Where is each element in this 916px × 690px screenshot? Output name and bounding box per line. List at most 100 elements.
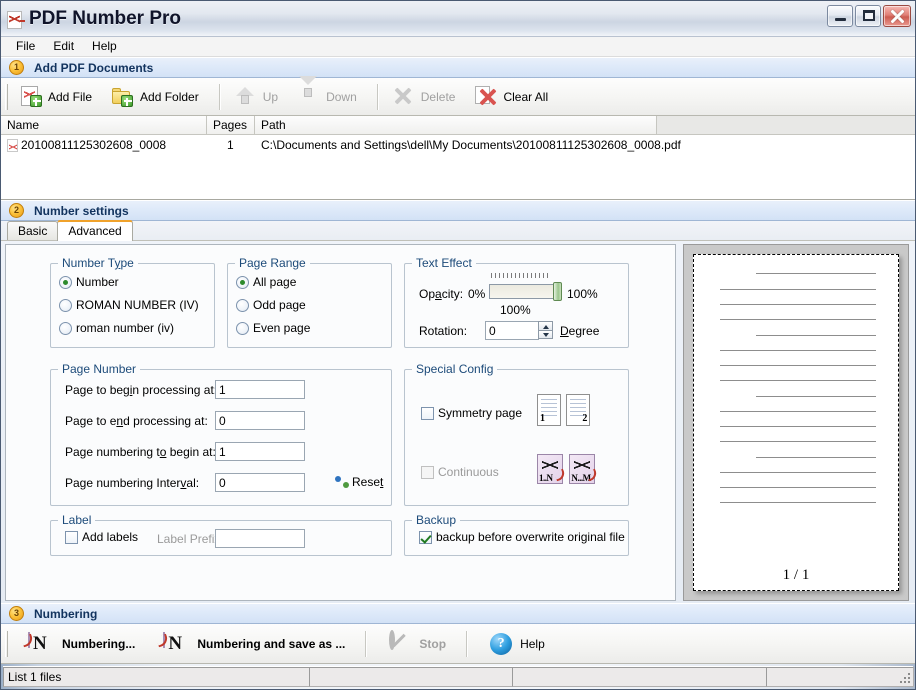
opacity-slider-ticks — [491, 273, 548, 278]
end-processing-input[interactable] — [215, 411, 305, 430]
file-list[interactable]: Name Pages Path 20100811125302608_0008 1… — [1, 116, 915, 200]
opacity-slider[interactable] — [489, 284, 562, 299]
table-row[interactable]: 20100811125302608_0008 1 C:\Documents an… — [1, 135, 915, 155]
arrow-down-icon — [298, 75, 320, 108]
backup-checkbox[interactable]: backup before overwrite original file — [419, 530, 625, 544]
backup-group: Backup backup before overwrite original … — [404, 513, 629, 556]
pdf-number-icon — [7, 10, 25, 29]
reset-label: Reset — [352, 475, 384, 489]
numbering-button[interactable]: N Numbering... — [13, 628, 148, 660]
numbering-save-as-button[interactable]: N Numbering and save as ... — [148, 628, 358, 660]
stop-button[interactable]: Stop — [374, 628, 459, 660]
add-file-button[interactable]: Add File — [13, 81, 105, 113]
delete-x-icon — [393, 86, 415, 108]
rotation-spin-down[interactable] — [538, 330, 553, 339]
delete-label: Delete — [420, 89, 456, 104]
minimize-button[interactable] — [827, 5, 853, 27]
numbering-begin-input[interactable] — [215, 442, 305, 461]
window-controls — [827, 5, 911, 27]
close-button[interactable] — [883, 5, 911, 27]
status-panel-2 — [309, 667, 513, 687]
preview-line — [720, 304, 876, 305]
tab-basic[interactable]: Basic — [7, 221, 59, 240]
radio-even-page[interactable]: Even page — [236, 321, 310, 335]
preview-line — [720, 350, 876, 351]
opacity-value-label: 100% — [500, 303, 531, 317]
column-name[interactable]: Name — [1, 116, 207, 134]
move-down-label: Down — [326, 89, 357, 104]
add-file-icon — [20, 85, 42, 108]
preview-line — [720, 472, 876, 473]
page-number-title: Page Number — [58, 362, 141, 376]
stop-label: Stop — [419, 636, 447, 651]
step1-title: Add PDF Documents — [34, 60, 154, 75]
symmetry-page-checkbox[interactable]: Symmetry page — [421, 406, 522, 420]
rotation-spin-up[interactable] — [538, 321, 553, 330]
reset-button[interactable]: Reset — [335, 475, 383, 489]
add-labels-label: Add labels — [82, 530, 139, 544]
add-folder-icon — [112, 86, 134, 108]
clear-all-button[interactable]: Clear All — [468, 81, 561, 113]
preview-line — [756, 457, 876, 458]
column-filler — [657, 116, 915, 134]
continuous-checkbox[interactable]: Continuous — [421, 465, 499, 479]
numbering-interval-input[interactable] — [215, 473, 305, 492]
stop-icon — [389, 629, 411, 655]
rotation-input[interactable] — [485, 321, 539, 340]
move-down-button[interactable]: Down — [291, 75, 370, 113]
step2-title: Number settings — [34, 203, 129, 218]
help-button[interactable]: ? Help — [475, 628, 558, 660]
menu-file[interactable]: File — [7, 37, 44, 56]
opacity-max-label: 100% — [567, 287, 598, 301]
radio-number[interactable]: Number — [59, 275, 119, 289]
resize-grip[interactable] — [898, 671, 910, 683]
pdf-thumb-start: 1..N — [537, 454, 567, 484]
opacity-min-label: 0% — [468, 287, 486, 301]
radio-all-page[interactable]: All page — [236, 275, 296, 289]
settings-tabstrip: Basic Advanced — [1, 220, 915, 241]
step3-title: Numbering — [34, 606, 98, 621]
add-labels-checkbox[interactable]: Add labels — [65, 530, 138, 544]
opacity-slider-thumb[interactable] — [553, 282, 562, 301]
preview-line — [720, 380, 876, 381]
column-path[interactable]: Path — [255, 116, 657, 134]
label-prefix-input[interactable] — [215, 529, 305, 548]
page-number-group: Page Number Page to begin processing at:… — [50, 362, 392, 506]
step1-badge: 1 — [9, 60, 24, 75]
page-thumb-1: 1 — [537, 394, 561, 426]
settings-area: Number Type Number ROMAN NUMBER (IV) rom… — [1, 241, 915, 603]
radio-odd-page[interactable]: Odd page — [236, 298, 306, 312]
rotation-spinner[interactable] — [538, 321, 553, 339]
tab-advanced[interactable]: Advanced — [57, 220, 133, 241]
add-folder-label: Add Folder — [140, 89, 199, 104]
add-folder-button[interactable]: Add Folder — [105, 81, 212, 113]
cell-name-text: 20100811125302608_0008 — [21, 138, 167, 152]
status-bar: List 1 files — [3, 666, 914, 687]
toolbar-grip[interactable] — [5, 83, 8, 110]
number-type-group: Number Type Number ROMAN NUMBER (IV) rom… — [50, 256, 215, 348]
backup-group-title: Backup — [412, 513, 461, 527]
move-up-label: Up — [262, 89, 279, 104]
begin-processing-input[interactable] — [215, 380, 305, 399]
delete-button[interactable]: Delete — [386, 81, 469, 113]
maximize-button[interactable] — [855, 5, 881, 27]
radio-odd-page-label: Odd page — [253, 298, 306, 312]
label-prefix-label: Label Prefix: — [157, 532, 224, 546]
step2-header: 2 Number settings — [1, 200, 915, 221]
radio-roman-upper[interactable]: ROMAN NUMBER (IV) — [59, 298, 199, 312]
menu-edit[interactable]: Edit — [44, 37, 83, 56]
preview-line — [720, 502, 876, 503]
degree-label: Degree — [560, 324, 600, 338]
numbering-toolbar-grip[interactable] — [5, 630, 8, 657]
menu-help[interactable]: Help — [83, 37, 126, 56]
number-type-title: Number Type — [58, 256, 138, 270]
file-list-header: Name Pages Path — [1, 116, 915, 135]
radio-roman-lower[interactable]: roman number (iv) — [59, 321, 174, 335]
cell-path: C:\Documents and Settings\dell\My Docume… — [261, 138, 681, 152]
column-pages[interactable]: Pages — [207, 116, 255, 134]
preview-line — [756, 273, 876, 274]
numbering-toolbar: N Numbering... N Numbering and save as .… — [1, 624, 915, 664]
move-up-button[interactable]: Up — [228, 81, 291, 113]
preview-line — [720, 487, 876, 488]
reset-icon — [335, 475, 349, 489]
